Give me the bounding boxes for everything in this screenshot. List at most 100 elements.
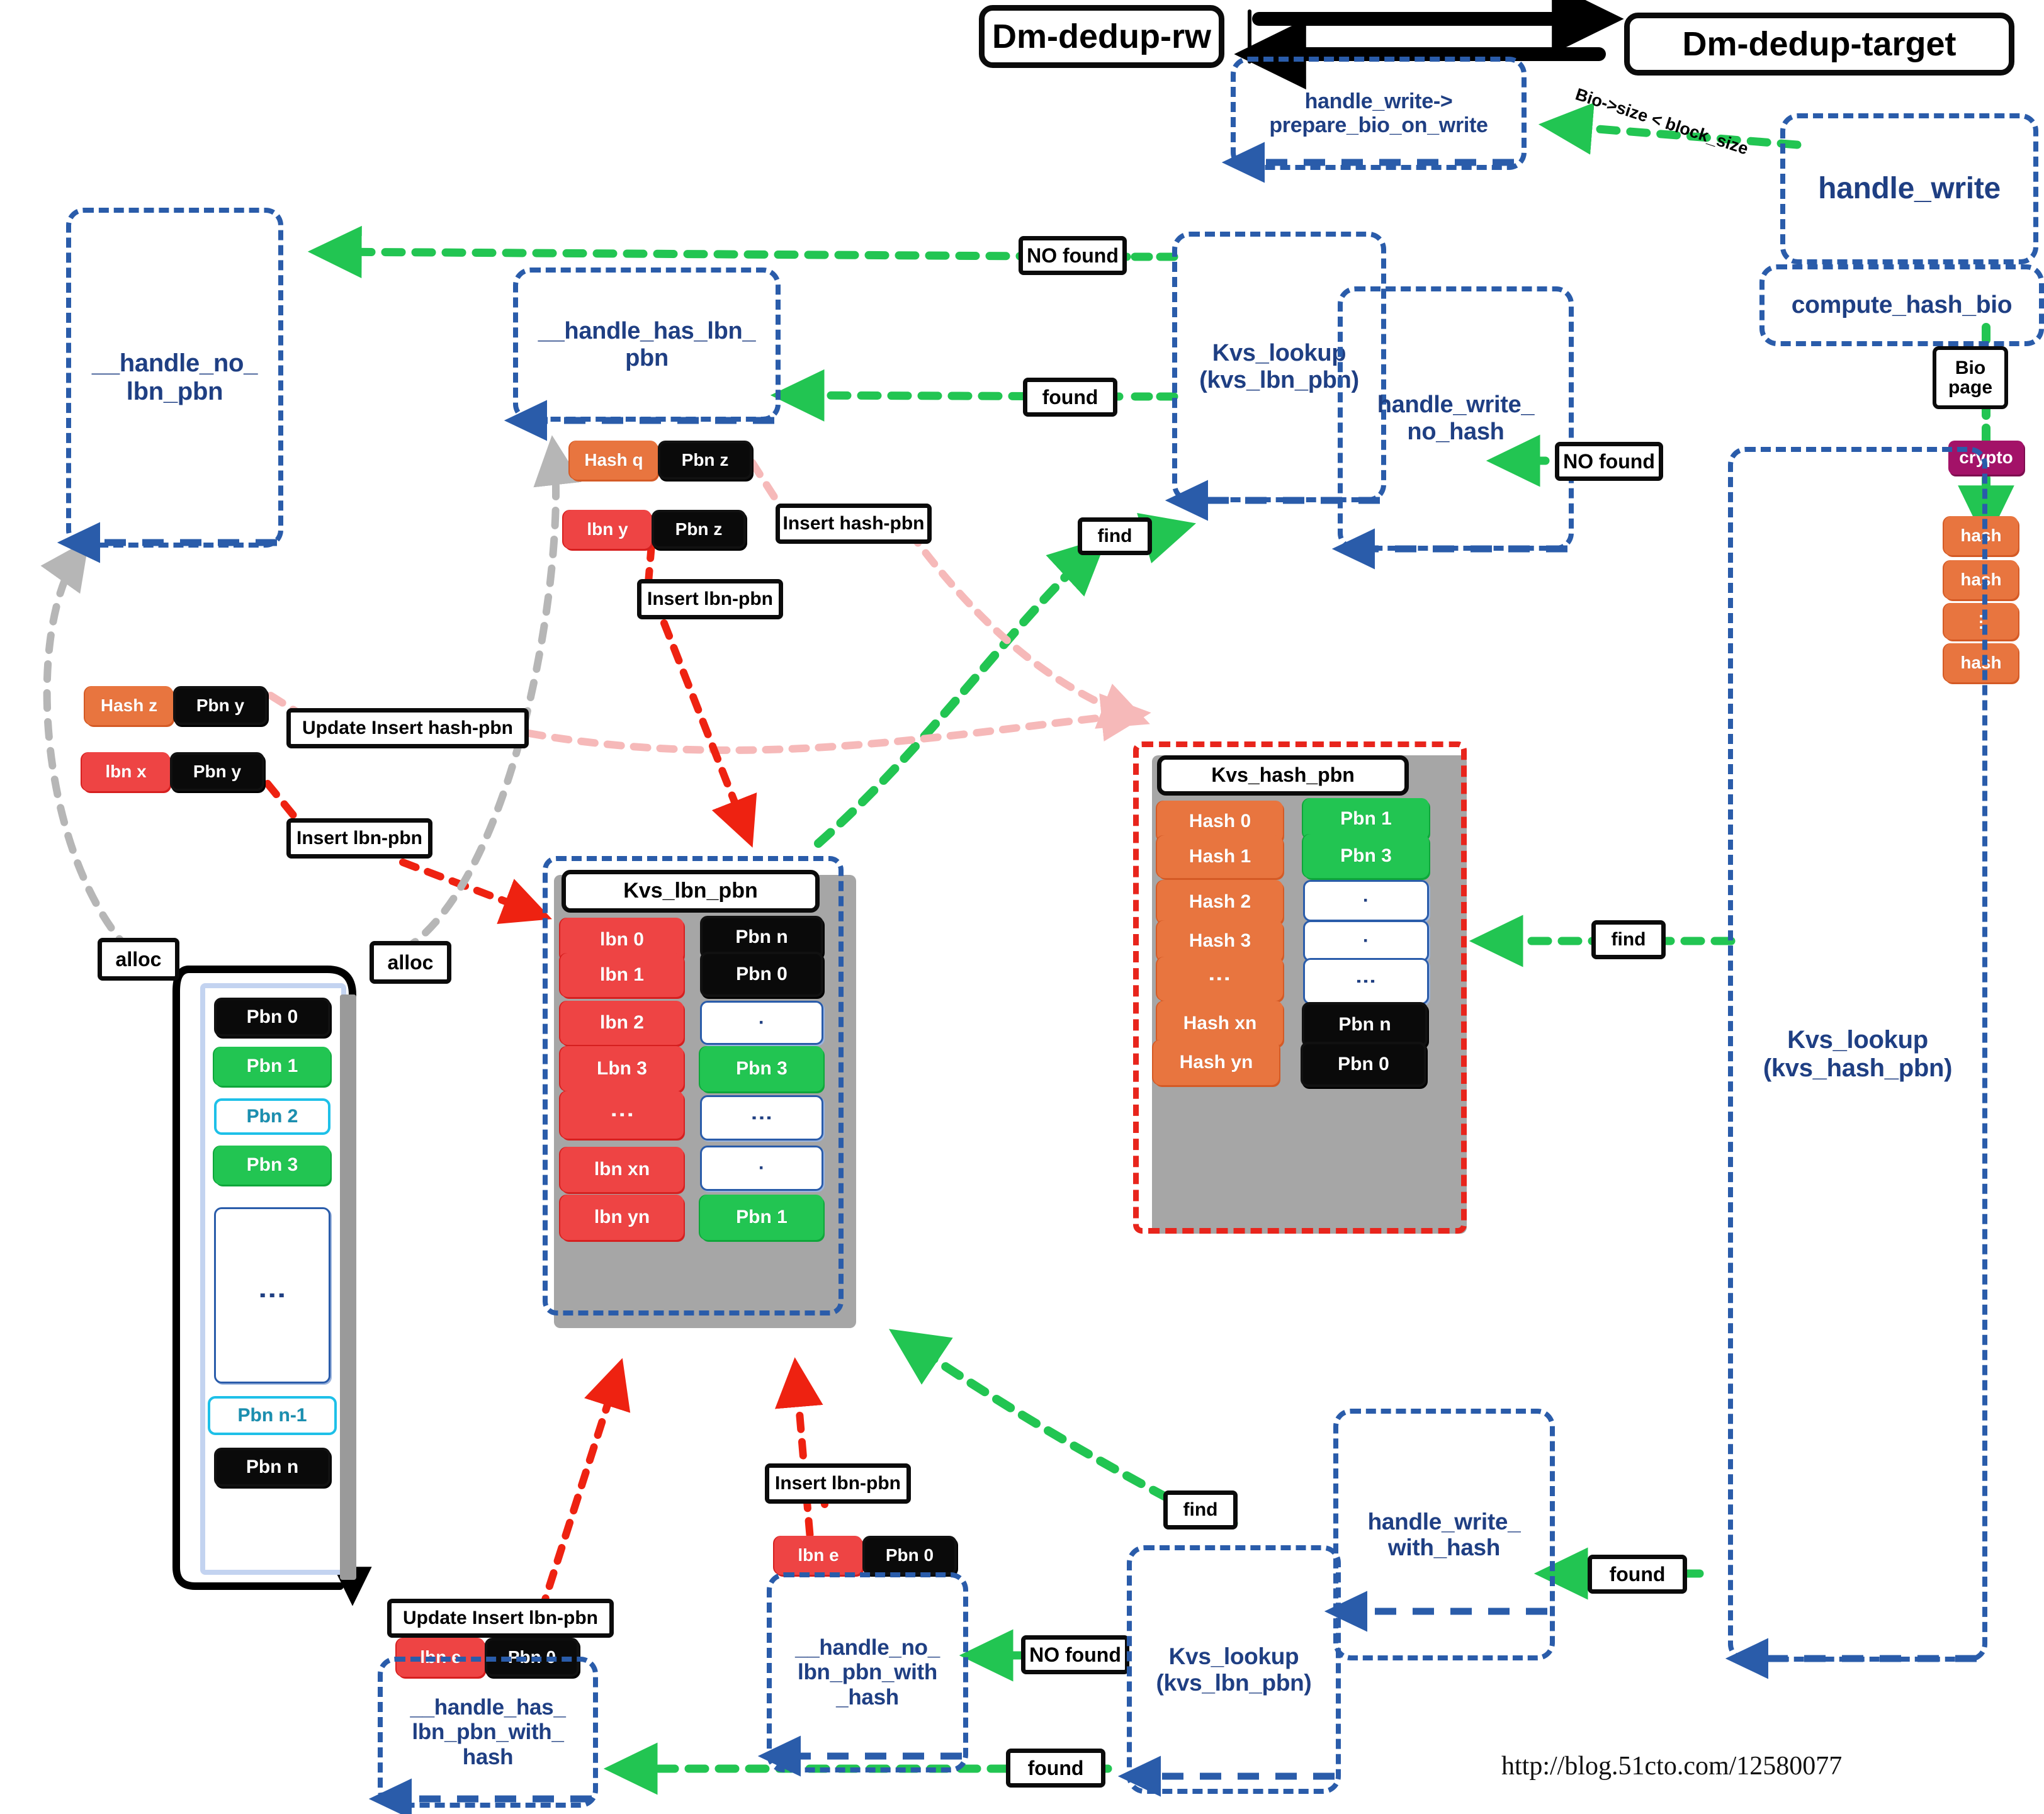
fn-label-line1: __handle_has_lbn_ bbox=[538, 317, 756, 344]
edge-label-insert-lbn-pbn-left: Insert lbn-pbn bbox=[286, 818, 432, 859]
kvs-hash-pbn-key-2: Hash 2 bbox=[1157, 880, 1283, 924]
fn-label-line1: __handle_no_ bbox=[795, 1635, 940, 1660]
edge-label-no-found-right: NO found bbox=[1555, 442, 1663, 481]
fn-label-line2: (kvs_lbn_pbn) bbox=[1199, 367, 1359, 393]
pbn-pool-item-2: Pbn 2 bbox=[214, 1098, 330, 1135]
pair-lbn-x-key: lbn x bbox=[82, 752, 170, 791]
fn-handle-has-lbn-pbn[interactable]: __handle_has_lbn_ pbn bbox=[513, 268, 781, 422]
fn-label-line2: (kvs_hash_pbn) bbox=[1763, 1054, 1953, 1082]
edge-label-alloc-left: alloc bbox=[98, 938, 179, 981]
kvs-lbn-pbn-value-3: Pbn 3 bbox=[700, 1046, 823, 1091]
kvs-lbn-pbn-key-6: lbn yn bbox=[560, 1195, 684, 1240]
pair-lbn-x-value: Pbn y bbox=[170, 752, 264, 791]
kvs-lbn-pbn-key-2: lbn 2 bbox=[560, 1001, 684, 1045]
kvs-hash-pbn-key-4: ⋮ bbox=[1157, 957, 1283, 1001]
fn-label-line2: (kvs_lbn_pbn) bbox=[1156, 1669, 1312, 1696]
edge-label-found-bottom-right: found bbox=[1588, 1555, 1687, 1594]
pair-hash-z-key: Hash z bbox=[85, 686, 173, 725]
fn-handle-no-lbn-pbn[interactable]: __handle_no_ lbn_pbn bbox=[66, 208, 283, 548]
fn-label-line2: pbn bbox=[625, 344, 669, 371]
pair-lbn-y-key: lbn y bbox=[563, 510, 652, 549]
fn-handle-write[interactable]: handle_write bbox=[1780, 113, 2038, 264]
edge-label-update-insert-hash-pbn: Update Insert hash-pbn bbox=[286, 708, 529, 748]
edge-label-update-insert-lbn-pbn: Update Insert lbn-pbn bbox=[387, 1599, 614, 1638]
pair-hash-q-key: Hash q bbox=[570, 441, 658, 480]
kvs-lbn-pbn-key-5: lbn xn bbox=[560, 1147, 684, 1192]
fn-label-line1: handle_write_ bbox=[1367, 1508, 1521, 1535]
diagram-canvas: Dm-dedup-rw Dm-dedup-target handle_write… bbox=[0, 0, 2044, 1814]
fn-compute-hash-bio[interactable]: compute_hash_bio bbox=[1759, 264, 2044, 346]
kvs-lbn-pbn-value-2: · bbox=[700, 1001, 823, 1045]
edge-label-no-found-bottom: NO found bbox=[1021, 1635, 1129, 1674]
edge-label-find-top: find bbox=[1078, 517, 1152, 555]
fn-handle-write-no-hash[interactable]: handle_write_ no_hash bbox=[1338, 286, 1574, 551]
fn-label-line1: Kvs_lookup bbox=[1212, 340, 1347, 367]
pbn-pool-item-1: Pbn 1 bbox=[214, 1047, 330, 1086]
kvs-lbn-pbn-value-4: ⋮ bbox=[700, 1095, 823, 1141]
fn-label-line1: Kvs_lookup bbox=[1168, 1643, 1299, 1670]
kvs-hash-pbn-value-6: Pbn 0 bbox=[1301, 1042, 1426, 1087]
fn-label-line1: Kvs_lookup bbox=[1787, 1026, 1928, 1054]
bio-page-line2: page bbox=[1948, 377, 1993, 398]
edge-label-found-top: found bbox=[1023, 378, 1117, 417]
fn-label-line2: lbn_pbn bbox=[126, 378, 223, 405]
edge-label-find-mid: find bbox=[1591, 920, 1666, 959]
kvs-lbn-pbn-key-1: lbn 1 bbox=[560, 953, 684, 997]
bio-page-line1: Bio bbox=[1955, 357, 1986, 378]
pbn-pool-item-gap: ⋮ bbox=[214, 1207, 330, 1383]
pbn-pool-item-0: Pbn 0 bbox=[214, 998, 330, 1037]
bidirectional-top-arrow bbox=[1234, 0, 1624, 90]
fn-label-line1: __handle_has_ bbox=[410, 1695, 566, 1720]
kvs-lbn-pbn-key-4: ⋮ bbox=[560, 1091, 684, 1139]
fn-handle-has-lbn-pbn-with-hash[interactable]: __handle_has_ lbn_pbn_with_ hash bbox=[378, 1657, 598, 1808]
kvs-lbn-pbn-title: Kvs_lbn_pbn bbox=[562, 870, 820, 913]
kvs-lbn-pbn-key-3: Lbn 3 bbox=[560, 1046, 684, 1091]
pair-lbn-y-value: Pbn z bbox=[652, 510, 746, 549]
bio-page-box: Bio page bbox=[1933, 346, 2008, 409]
edge-label-bio-size: Bio->size < block_size bbox=[1573, 84, 1751, 159]
pair-hash-z-value: Pbn y bbox=[173, 686, 268, 725]
edge-label-find-bottom: find bbox=[1163, 1490, 1238, 1530]
kvs-hash-pbn-value-4: ⋮ bbox=[1303, 958, 1429, 1005]
fn-label-line1: handle_write-> bbox=[1304, 89, 1453, 113]
kvs-hash-pbn-key-1: Hash 1 bbox=[1157, 835, 1283, 878]
fn-label-line2: prepare_bio_on_write bbox=[1269, 113, 1488, 137]
fn-label-line3: hash bbox=[462, 1744, 514, 1769]
kvs-hash-pbn-title: Kvs_hash_pbn bbox=[1157, 755, 1409, 796]
kvs-hash-pbn-value-3: · bbox=[1303, 920, 1429, 962]
pair-lbn-e-b-value: Pbn 0 bbox=[862, 1536, 957, 1575]
watermark-url: http://blog.51cto.com/12580077 bbox=[1501, 1752, 1843, 1781]
edge-label-alloc-right: alloc bbox=[370, 941, 451, 984]
fn-kvs-lookup-lbn-pbn-bottom[interactable]: Kvs_lookup (kvs_lbn_pbn) bbox=[1127, 1545, 1341, 1794]
kvs-hash-pbn-key-6: Hash yn bbox=[1153, 1040, 1279, 1085]
fn-handle-no-lbn-pbn-with-hash[interactable]: __handle_no_ lbn_pbn_with _hash bbox=[767, 1572, 968, 1772]
fn-label-line1: handle_write_ bbox=[1377, 392, 1535, 419]
kvs-lbn-pbn-value-1: Pbn 0 bbox=[700, 952, 823, 997]
edge-label-found-bottom: found bbox=[1006, 1749, 1105, 1788]
fn-kvs-lookup-hash-pbn[interactable]: Kvs_lookup (kvs_hash_pbn) bbox=[1728, 447, 1987, 1662]
edge-label-insert-lbn-pbn-top: Insert lbn-pbn bbox=[637, 579, 783, 619]
title-dm-dedup-target: Dm-dedup-target bbox=[1624, 13, 2014, 76]
fn-label-line2: with_hash bbox=[1387, 1535, 1501, 1560]
edge-label-insert-lbn-pbn-bottom: Insert lbn-pbn bbox=[765, 1463, 911, 1504]
fn-handle-write-prepare-bio-on-write[interactable]: handle_write-> prepare_bio_on_write bbox=[1231, 57, 1527, 170]
kvs-lbn-pbn-value-5: · bbox=[700, 1146, 823, 1191]
fn-label-line2: lbn_pbn_with bbox=[798, 1660, 937, 1685]
pbn-pool-item-5: Pbn n-1 bbox=[208, 1396, 337, 1435]
kvs-lbn-pbn-value-6: Pbn 1 bbox=[700, 1195, 823, 1240]
pbn-pool-shadow bbox=[340, 994, 356, 1580]
fn-label-line2: lbn_pbn_with_ bbox=[412, 1720, 564, 1745]
pbn-pool-item-6: Pbn n bbox=[214, 1448, 330, 1487]
kvs-hash-pbn-key-3: Hash 3 bbox=[1157, 920, 1283, 962]
pair-hash-q-value: Pbn z bbox=[658, 441, 752, 480]
kvs-hash-pbn-value-5: Pbn n bbox=[1302, 1002, 1428, 1047]
fn-label-line2: no_hash bbox=[1407, 419, 1505, 445]
edge-label-insert-hash-pbn: Insert hash-pbn bbox=[776, 504, 932, 544]
edge-label-no-found-top: NO found bbox=[1019, 236, 1127, 275]
kvs-hash-pbn-value-1: Pbn 3 bbox=[1303, 834, 1429, 878]
pair-lbn-e-b-key: lbn e bbox=[774, 1536, 862, 1575]
fn-label-line1: __handle_no_ bbox=[91, 349, 258, 378]
title-dm-dedup-rw: Dm-dedup-rw bbox=[979, 5, 1224, 68]
pbn-pool-item-3: Pbn 3 bbox=[214, 1146, 330, 1185]
fn-handle-write-with-hash[interactable]: handle_write_ with_hash bbox=[1333, 1409, 1555, 1660]
